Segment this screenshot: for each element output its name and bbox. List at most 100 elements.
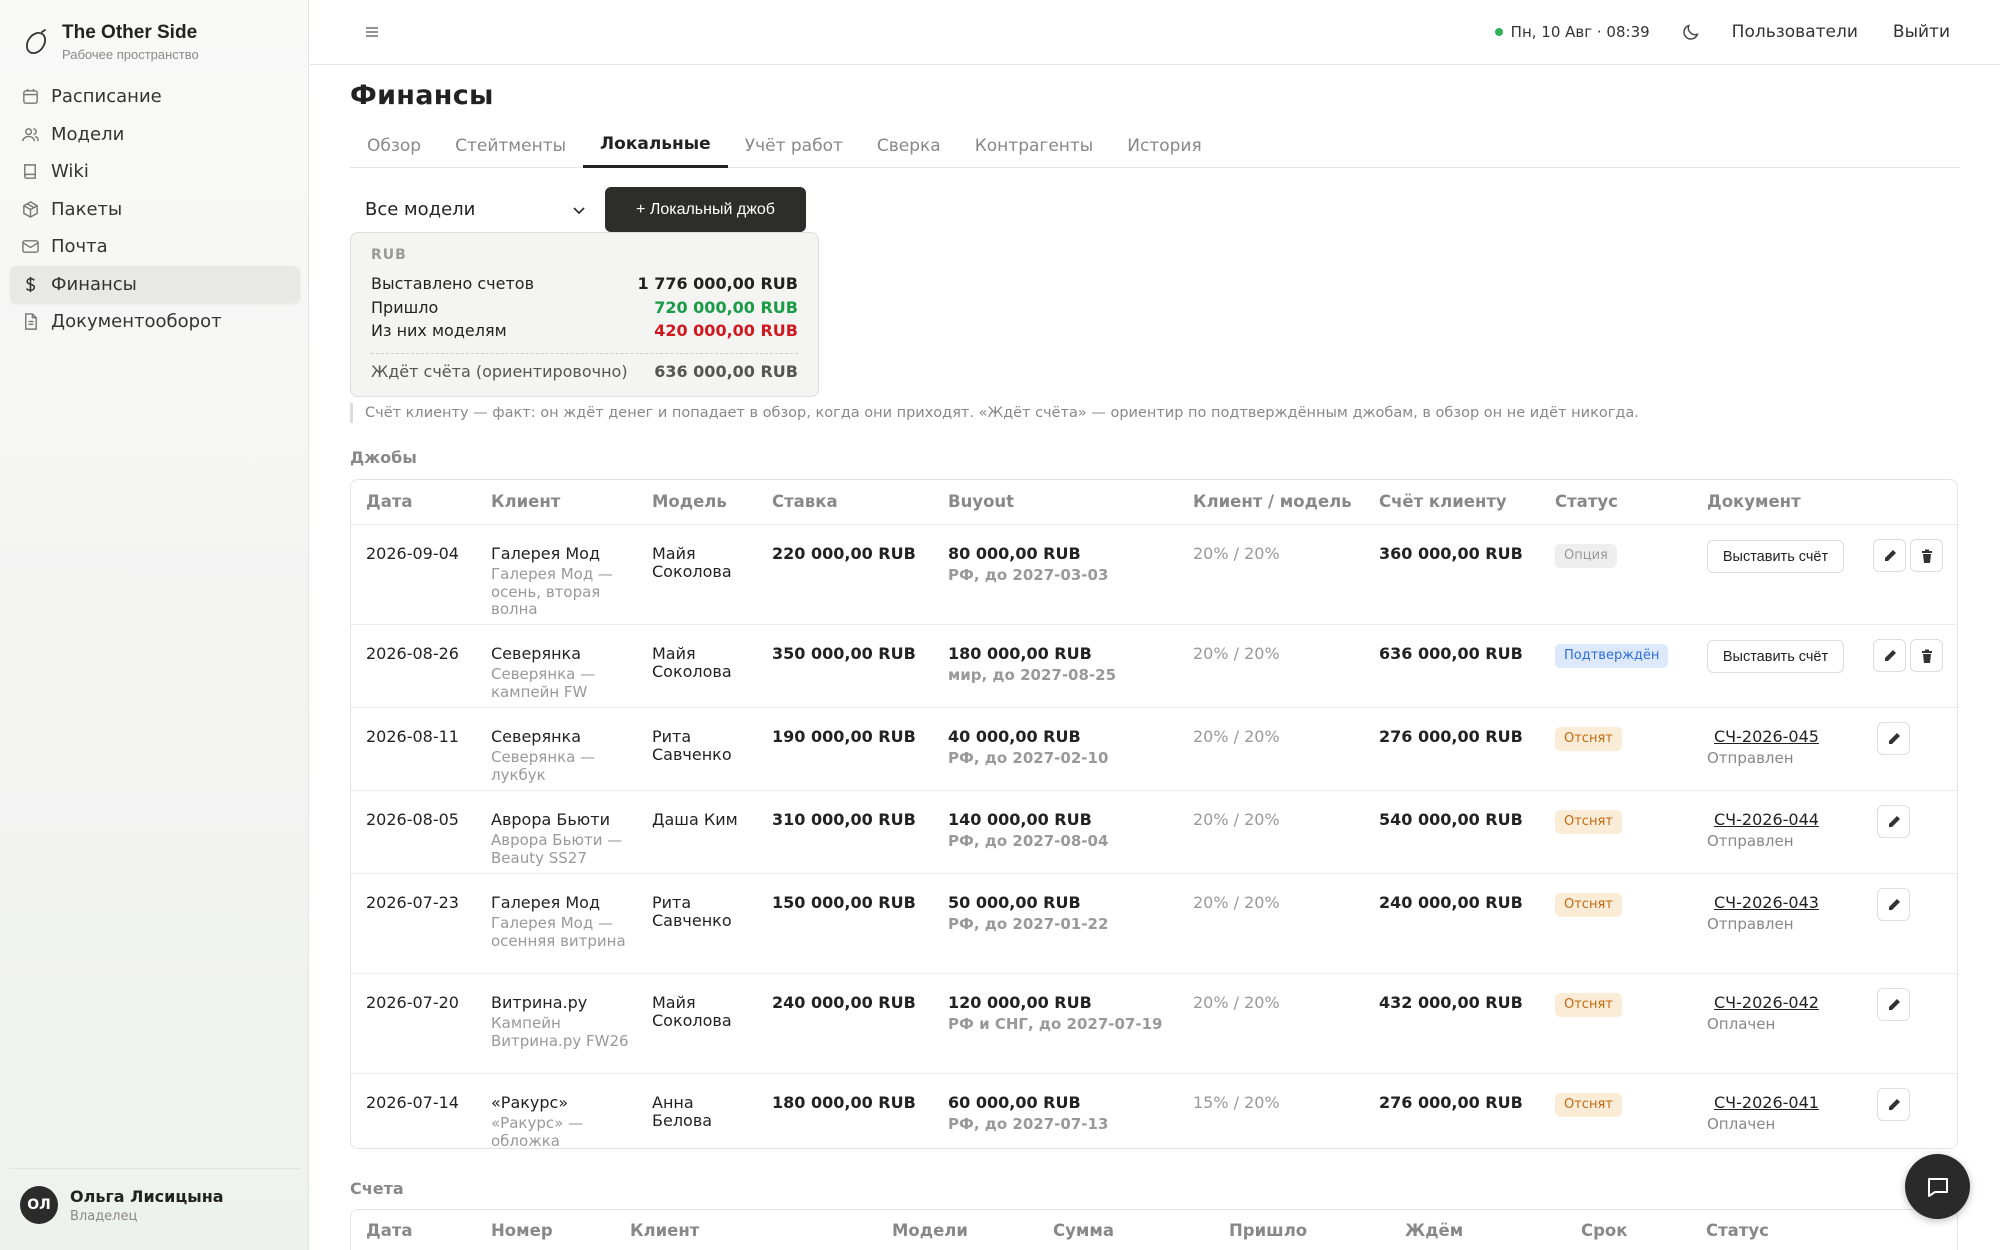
- job-client-project: Аврора Бьюти — Beauty SS27: [491, 831, 623, 867]
- tab-reconciliation[interactable]: Сверка: [860, 123, 958, 168]
- summary-currency: RUB: [371, 247, 407, 263]
- invoice-document-status: Отправлен: [1707, 832, 1794, 850]
- delete-button[interactable]: [1910, 639, 1943, 672]
- job-model: Майя Соколова: [652, 544, 732, 581]
- job-rate: 350 000,00 RUB: [772, 644, 916, 663]
- user-role: Владелец: [70, 1208, 138, 1224]
- edit-button[interactable]: [1873, 639, 1906, 672]
- column-header-status: Статус: [1555, 492, 1618, 511]
- user-profile[interactable]: ОЛ Ольга Лисицына Владелец: [10, 1168, 300, 1224]
- job-rate: 310 000,00 RUB: [772, 810, 916, 829]
- users-link[interactable]: Пользователи: [1732, 22, 1858, 42]
- job-buyout-terms: РФ, до 2027-02-10: [948, 749, 1109, 767]
- column-header-buyout: Buyout: [948, 492, 1015, 511]
- column-header-rate: Ставка: [772, 492, 838, 511]
- table-row[interactable]: 2026-07-20 Витрина.ру Кампейн Витрина.ру …: [351, 974, 1957, 1074]
- edit-button[interactable]: [1877, 888, 1910, 921]
- status-badge: Отснят: [1555, 993, 1622, 1017]
- tab-counterparties[interactable]: Контрагенты: [958, 123, 1111, 168]
- finance-tabs: Обзор Стейтменты Локальные Учёт работ Св…: [350, 123, 1960, 168]
- tab-work-log[interactable]: Учёт работ: [728, 123, 860, 168]
- table-row[interactable]: 2026-09-04 Галерея Мод Галерея Мод — осен…: [351, 525, 1957, 625]
- moon-icon[interactable]: [1680, 21, 1702, 43]
- table-row[interactable]: 2026-07-23 Галерея Мод Галерея Мод — осен…: [351, 874, 1957, 974]
- users-icon: [20, 124, 40, 144]
- sidebar-item-mail[interactable]: Почта: [10, 228, 300, 265]
- job-rate: 190 000,00 RUB: [772, 727, 916, 746]
- invoice-document-status: Оплачен: [1707, 1015, 1776, 1033]
- table-row[interactable]: 2026-08-26 Северянка Северянка — кампейн …: [351, 625, 1957, 708]
- brand[interactable]: The Other Side Рабочее пространство: [22, 22, 199, 62]
- status-badge: Отснят: [1555, 810, 1622, 834]
- model-filter-select[interactable]: Все модели: [350, 188, 602, 232]
- sidebar-item-packages[interactable]: Пакеты: [10, 191, 300, 228]
- table-row[interactable]: 2026-08-11 Северянка Северянка — лукбук Ри…: [351, 708, 1957, 791]
- invoice-document-link[interactable]: СЧ-2026-044: [1714, 811, 1819, 829]
- sidebar-item-documents[interactable]: Документооборот: [10, 303, 300, 340]
- issue-invoice-button[interactable]: Выставить счёт: [1707, 640, 1844, 673]
- edit-button[interactable]: [1877, 805, 1910, 838]
- table-row[interactable]: 2026-08-05 Аврора Бьюти Аврора Бьюти — Be…: [351, 791, 1957, 874]
- tab-statements[interactable]: Стейтменты: [438, 123, 583, 168]
- sidebar-item-models[interactable]: Модели: [10, 116, 300, 153]
- delete-button[interactable]: [1910, 539, 1943, 572]
- job-client-invoice: 540 000,00 RUB: [1379, 810, 1523, 829]
- logo-icon: [26, 29, 46, 55]
- sidebar-item-schedule[interactable]: Расписание: [10, 78, 300, 115]
- job-model: Рита Савченко: [652, 727, 732, 764]
- sidebar-item-label: Почта: [51, 236, 108, 257]
- summary-invoiced: Выставлено счетов 1 776 000,00 RUB: [371, 272, 798, 296]
- sidebar-item-wiki[interactable]: Wiki: [10, 153, 300, 190]
- job-split: 20% / 20%: [1193, 993, 1280, 1012]
- job-buyout: 80 000,00 RUB: [948, 544, 1081, 563]
- logout-link[interactable]: Выйти: [1893, 22, 1950, 42]
- issue-invoice-button[interactable]: Выставить счёт: [1707, 540, 1844, 573]
- sidebar-item-finance[interactable]: Финансы: [10, 265, 300, 303]
- job-client-invoice: 636 000,00 RUB: [1379, 644, 1523, 663]
- edit-button[interactable]: [1877, 722, 1910, 755]
- edit-button[interactable]: [1877, 988, 1910, 1021]
- sidebar: The Other Side Рабочее пространство Расп…: [0, 0, 309, 1250]
- table-row[interactable]: 2026-07-14 «Ракурс» «Ракурс» — обложка Анн…: [351, 1074, 1957, 1150]
- sidebar-item-label: Пакеты: [51, 198, 123, 220]
- jobs-section-title: Джобы: [350, 448, 417, 467]
- summary-value: 720 000,00 RUB: [654, 297, 798, 317]
- job-model: Даша Ким: [652, 810, 738, 829]
- invoice-document-link[interactable]: СЧ-2026-042: [1714, 994, 1819, 1012]
- job-rate: 150 000,00 RUB: [772, 893, 916, 912]
- job-buyout: 40 000,00 RUB: [948, 727, 1081, 746]
- job-client-invoice: 240 000,00 RUB: [1379, 893, 1523, 912]
- menu-icon[interactable]: [360, 20, 384, 44]
- chevron-down-icon: [573, 206, 585, 214]
- table-header-row: Дата Номер Клиент Модели Сумма Пришло Жд…: [351, 1210, 1957, 1250]
- invoice-document-link[interactable]: СЧ-2026-045: [1714, 728, 1819, 746]
- sidebar-item-label: Модели: [51, 123, 125, 145]
- brand-subtitle: Рабочее пространство: [62, 47, 199, 62]
- calendar-icon: [20, 87, 40, 107]
- edit-button[interactable]: [1873, 539, 1906, 572]
- job-date: 2026-07-20: [366, 993, 459, 1012]
- add-local-job-button[interactable]: + Локальный джоб: [605, 187, 806, 232]
- summary-awaiting: Ждёт счёта (ориентировочно) 636 000,00 R…: [371, 360, 798, 384]
- job-date: 2026-09-04: [366, 544, 459, 563]
- summary-label: Выставлено счетов: [371, 274, 534, 294]
- job-split: 20% / 20%: [1193, 893, 1280, 912]
- job-rate: 220 000,00 RUB: [772, 544, 916, 563]
- job-client-invoice: 276 000,00 RUB: [1379, 1093, 1523, 1112]
- tab-overview[interactable]: Обзор: [350, 123, 438, 168]
- jobs-table: Дата Клиент Модель Ставка Buyout Клиент …: [350, 479, 1958, 1149]
- topbar-right: Пн, 10 Авг · 08:39 Пользователи Выйти: [1494, 0, 1950, 64]
- invoice-document-link[interactable]: СЧ-2026-041: [1714, 1094, 1819, 1112]
- edit-button[interactable]: [1877, 1088, 1910, 1121]
- job-buyout: 120 000,00 RUB: [948, 993, 1092, 1012]
- column-header-client: Клиент: [491, 492, 561, 511]
- tab-local[interactable]: Локальные: [583, 123, 728, 168]
- chat-button[interactable]: [1905, 1154, 1970, 1219]
- job-model: Рита Савченко: [652, 893, 732, 930]
- job-buyout-terms: РФ, до 2027-03-03: [948, 566, 1109, 584]
- document-icon: [20, 312, 40, 332]
- tab-history[interactable]: История: [1110, 123, 1218, 168]
- invoice-document-link[interactable]: СЧ-2026-043: [1714, 894, 1819, 912]
- summary-label: Ждёт счёта (ориентировочно): [371, 361, 628, 381]
- job-client: Северянка: [491, 727, 581, 746]
